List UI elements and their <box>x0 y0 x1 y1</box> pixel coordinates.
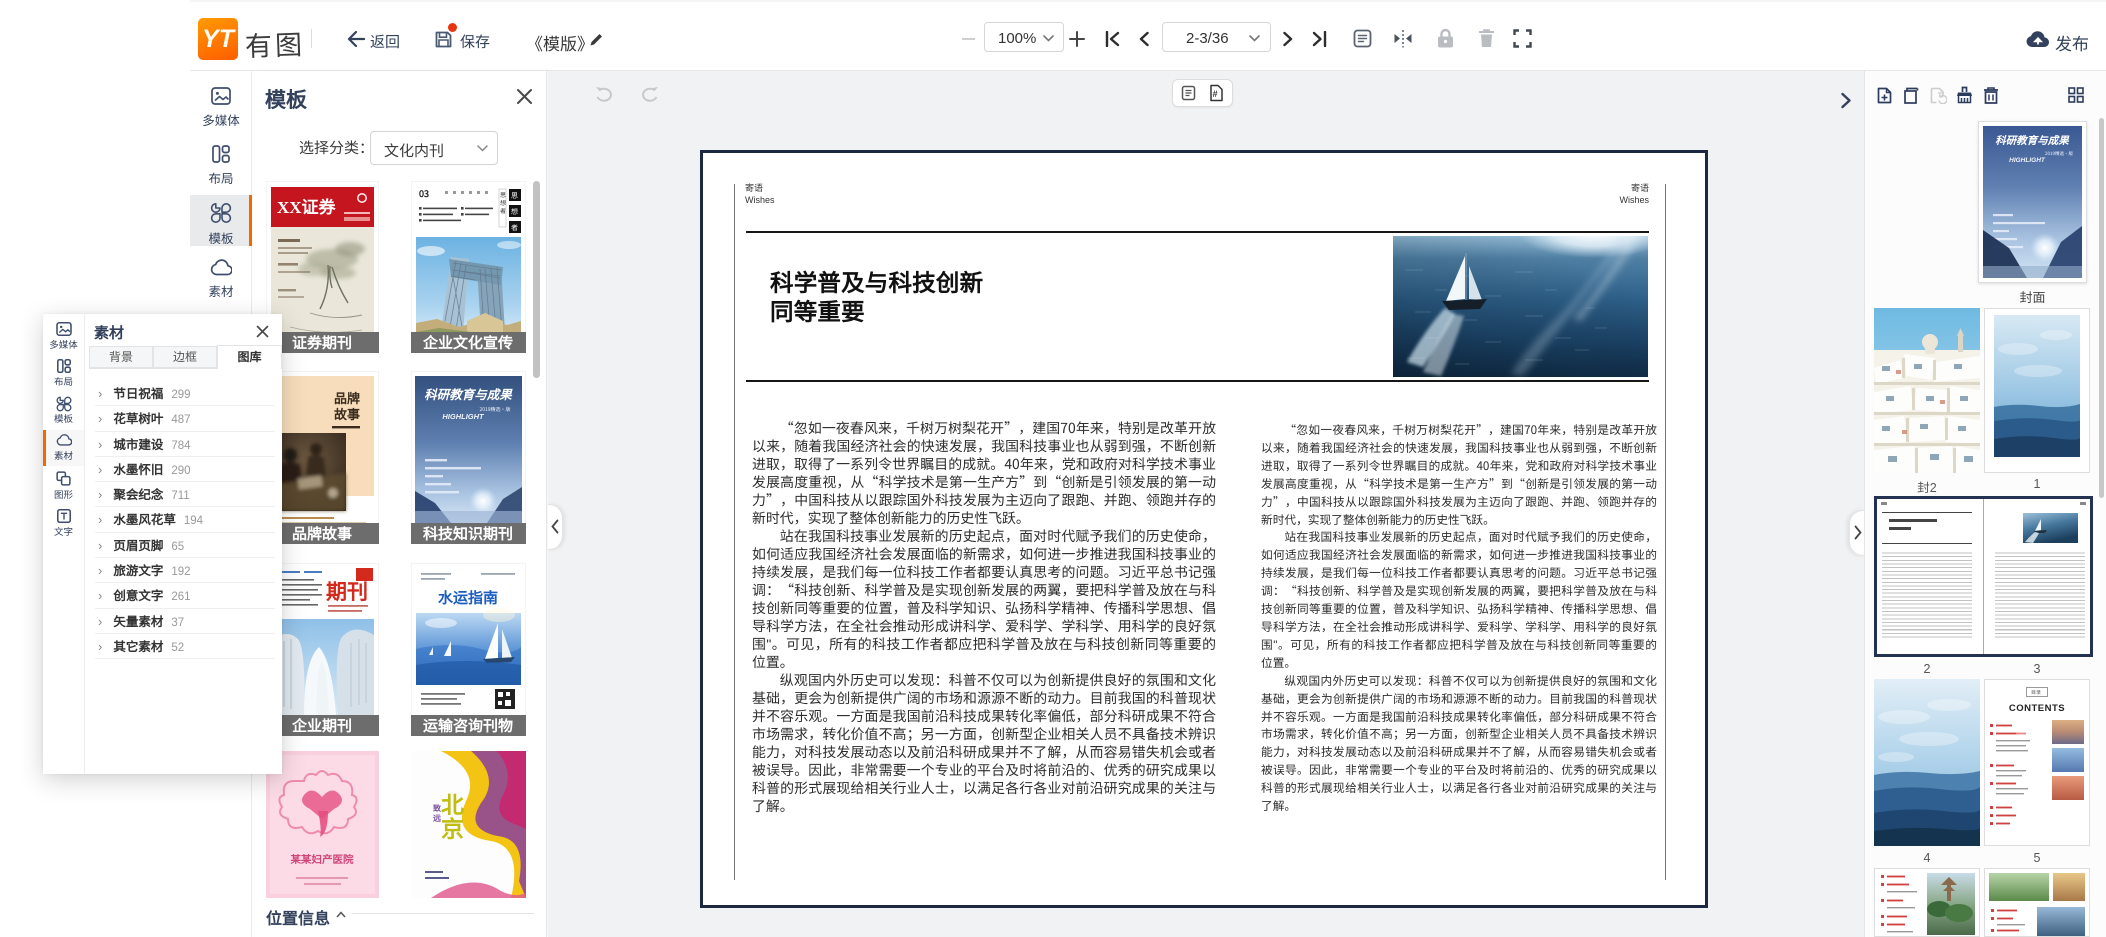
svg-text:者: 者 <box>500 206 506 215</box>
svg-text:水运指南: 水运指南 <box>438 587 498 608</box>
svg-text:思: 思 <box>511 191 518 201</box>
svg-text:远: 远 <box>433 813 441 824</box>
svg-text:科技知识期刊: 科技知识期刊 <box>423 523 513 544</box>
svg-text:03: 03 <box>419 187 429 200</box>
svg-text:运输咨询刊物: 运输咨询刊物 <box>423 715 513 736</box>
svg-text:2019精选·版: 2019精选·版 <box>479 406 510 413</box>
svg-text:京: 京 <box>441 810 464 844</box>
svg-text:故事: 故事 <box>334 404 360 423</box>
svg-text:想: 想 <box>511 207 518 217</box>
svg-text:证券期刊: 证券期刊 <box>292 332 352 353</box>
svg-text:科研教育与成果: 科研教育与成果 <box>424 384 513 403</box>
svg-text:HIGHLIGHT: HIGHLIGHT <box>2009 157 2046 164</box>
svg-text:#: # <box>1213 89 1218 99</box>
svg-text:科研教育与成果: 科研教育与成果 <box>1995 133 2070 148</box>
svg-text:者: 者 <box>511 223 518 233</box>
svg-text:企业期刊: 企业期刊 <box>291 715 352 736</box>
svg-text:HIGHLIGHT: HIGHLIGHT <box>442 412 485 421</box>
svg-text:品牌故事: 品牌故事 <box>292 523 352 544</box>
svg-text:2019精选·版: 2019精选·版 <box>2045 151 2073 157</box>
svg-text:某某妇产医院: 某某妇产医院 <box>290 852 354 867</box>
svg-text:企业文化宣传: 企业文化宣传 <box>422 332 513 353</box>
svg-text:XX证券: XX证券 <box>277 193 337 218</box>
